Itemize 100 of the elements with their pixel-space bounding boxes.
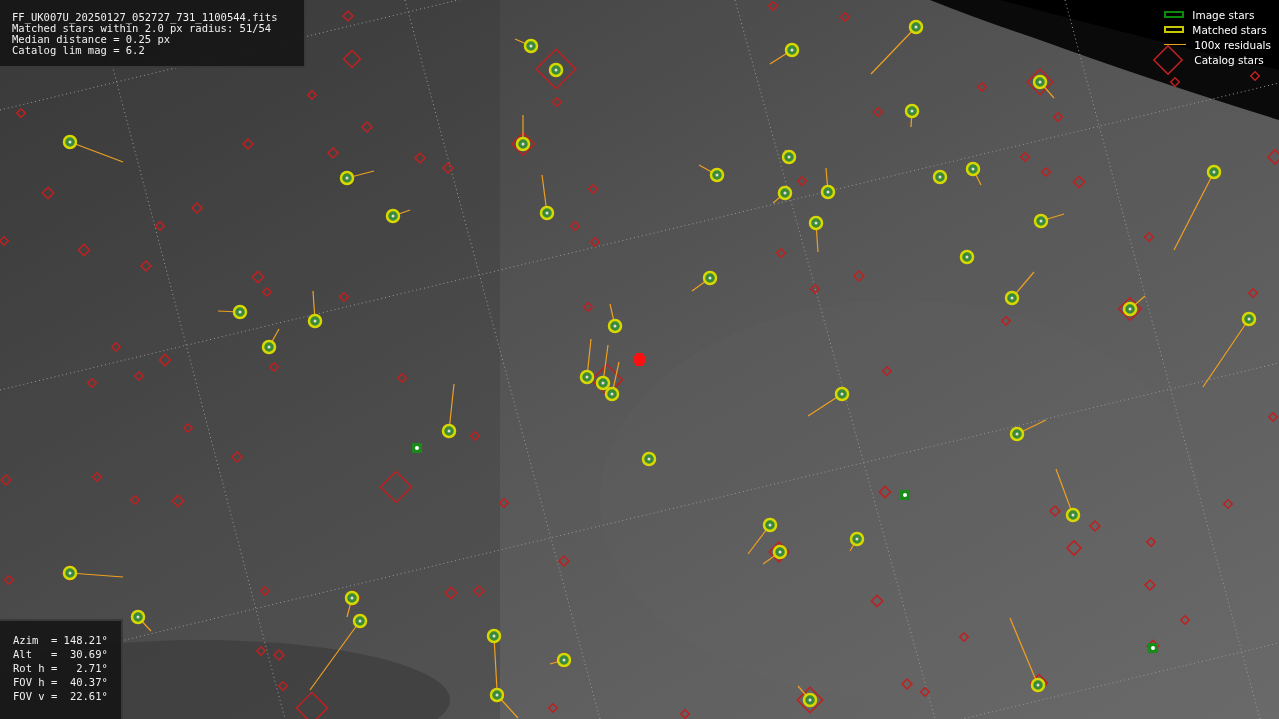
catalog-star-marker xyxy=(1072,175,1086,189)
catalog-star-marker xyxy=(154,220,166,232)
catalog-star-marker xyxy=(582,301,594,313)
image-star-marker xyxy=(412,443,422,453)
catalog-star-marker xyxy=(767,0,779,12)
matched-star-marker xyxy=(1122,295,1146,317)
catalog-star-marker xyxy=(268,361,280,373)
matched-star-marker xyxy=(769,42,800,65)
info-text: Median distance = 0.25 px xyxy=(12,34,171,45)
catalog-star-marker xyxy=(498,497,510,509)
catalog-star-marker xyxy=(1249,70,1261,82)
catalog-star-marker xyxy=(442,162,454,174)
legend-label: Image stars xyxy=(1192,8,1255,21)
catalog-star-marker xyxy=(342,10,354,22)
catalog-star-marker xyxy=(182,422,194,434)
catalog-star-marker xyxy=(251,270,265,284)
matched-star-marker xyxy=(62,134,124,163)
catalog-star-marker xyxy=(0,474,12,486)
matched-star-marker xyxy=(1009,419,1047,442)
legend-swatch-icon xyxy=(1164,11,1185,18)
matched-star-marker xyxy=(1004,271,1035,306)
catalog-star-marker xyxy=(1267,411,1279,423)
catalog-star-marker xyxy=(590,363,624,397)
matched-star-marker xyxy=(698,164,725,183)
matched-star-marker xyxy=(339,170,375,186)
catalog-star-marker xyxy=(242,138,254,150)
catalog-star-marker xyxy=(1144,579,1156,591)
catalog-star-marker xyxy=(469,430,481,442)
catalog-star-marker xyxy=(191,202,203,214)
matched-star-marker xyxy=(808,215,824,253)
catalog-star-marker xyxy=(414,152,426,164)
catalog-star-marker xyxy=(1179,614,1191,626)
matched-star-marker xyxy=(1033,213,1065,229)
matched-star-marker xyxy=(1032,74,1055,99)
info-text: Matched stars within 2.0 px radius: 51/54 xyxy=(12,23,272,34)
matched-star-marker xyxy=(514,38,539,54)
legend-swatch-icon xyxy=(1164,26,1185,33)
catalog-star-marker xyxy=(870,594,884,608)
catalog-star-marker xyxy=(547,702,559,714)
catalog-star-marker xyxy=(589,236,601,248)
catalog-star-marker xyxy=(587,183,599,195)
catalog-star-marker xyxy=(140,260,152,272)
pointing-text: FOV h = 40.37° xyxy=(13,675,109,689)
legend-label: 100x residuals xyxy=(1194,38,1271,51)
catalog-star-marker xyxy=(77,243,91,257)
legend-label: Matched stars xyxy=(1192,23,1267,36)
catalog-star-marker xyxy=(473,585,485,597)
info-text: Catalog lim mag = 6.2 xyxy=(12,45,146,56)
catalog-star-marker xyxy=(444,586,458,600)
matched-star-marker xyxy=(772,185,793,204)
catalog-star-marker xyxy=(1143,231,1155,243)
catalog-star-marker xyxy=(878,485,892,499)
matched-star-marker xyxy=(849,531,865,552)
catalog-star-marker xyxy=(361,121,373,133)
matched-star-marker xyxy=(965,161,982,186)
matched-star-marker xyxy=(261,328,280,355)
catalog-star-marker xyxy=(796,686,824,714)
catalog-star-marker xyxy=(255,645,267,657)
catalog-star-marker xyxy=(3,574,15,586)
matched-star-marker xyxy=(870,19,924,75)
info-text: FF_UK007U_20250127_052727_731_1100544.fits xyxy=(12,12,279,23)
catalog-star-marker xyxy=(110,341,122,353)
catalog-star-marker xyxy=(976,81,988,93)
catalog-star-marker xyxy=(129,494,141,506)
catalog-star-marker xyxy=(558,555,570,567)
matched-star-marker xyxy=(904,103,920,128)
matched-star-marker xyxy=(515,114,531,152)
catalog-star-marker xyxy=(775,247,787,259)
image-star-marker xyxy=(900,490,910,500)
catalog-star-marker xyxy=(768,541,790,563)
catalog-star-marker xyxy=(0,235,10,247)
matched-star-marker xyxy=(307,290,323,329)
matched-star-marker xyxy=(385,208,411,224)
catalog-star-marker xyxy=(171,494,185,508)
catalog-star-marker xyxy=(379,470,413,504)
catalog-star-marker xyxy=(510,131,536,157)
catalog-star-marker xyxy=(86,377,98,389)
catalog-star-marker xyxy=(1026,68,1054,96)
matched-star-marker xyxy=(549,652,572,668)
catalog-star-marker xyxy=(569,220,581,232)
catalog-star-marker xyxy=(259,585,271,597)
catalog-star-marker xyxy=(273,649,285,661)
pointing-text: Azim = 148.21° xyxy=(13,633,109,647)
catalog-star-marker xyxy=(872,106,884,118)
catalog-star-marker xyxy=(15,107,27,119)
catalog-star-marker xyxy=(295,691,329,719)
matched-star-marker xyxy=(539,174,555,221)
catalog-star-marker xyxy=(1266,148,1279,166)
pointing-text: Alt = 30.69° xyxy=(13,647,109,661)
catalog-star-marker xyxy=(796,175,808,187)
catalog-star-marker xyxy=(958,631,970,643)
matched-star-marker xyxy=(607,303,623,334)
catalog-star-marker xyxy=(277,680,289,692)
catalog-star-marker xyxy=(133,370,145,382)
catalog-star-marker xyxy=(1247,287,1259,299)
catalog-star-marker xyxy=(551,96,563,108)
matched-star-marker xyxy=(604,361,620,402)
image-star-marker xyxy=(1148,643,1158,653)
catalog-star-marker xyxy=(839,11,851,23)
matched-star-marker xyxy=(130,609,152,632)
